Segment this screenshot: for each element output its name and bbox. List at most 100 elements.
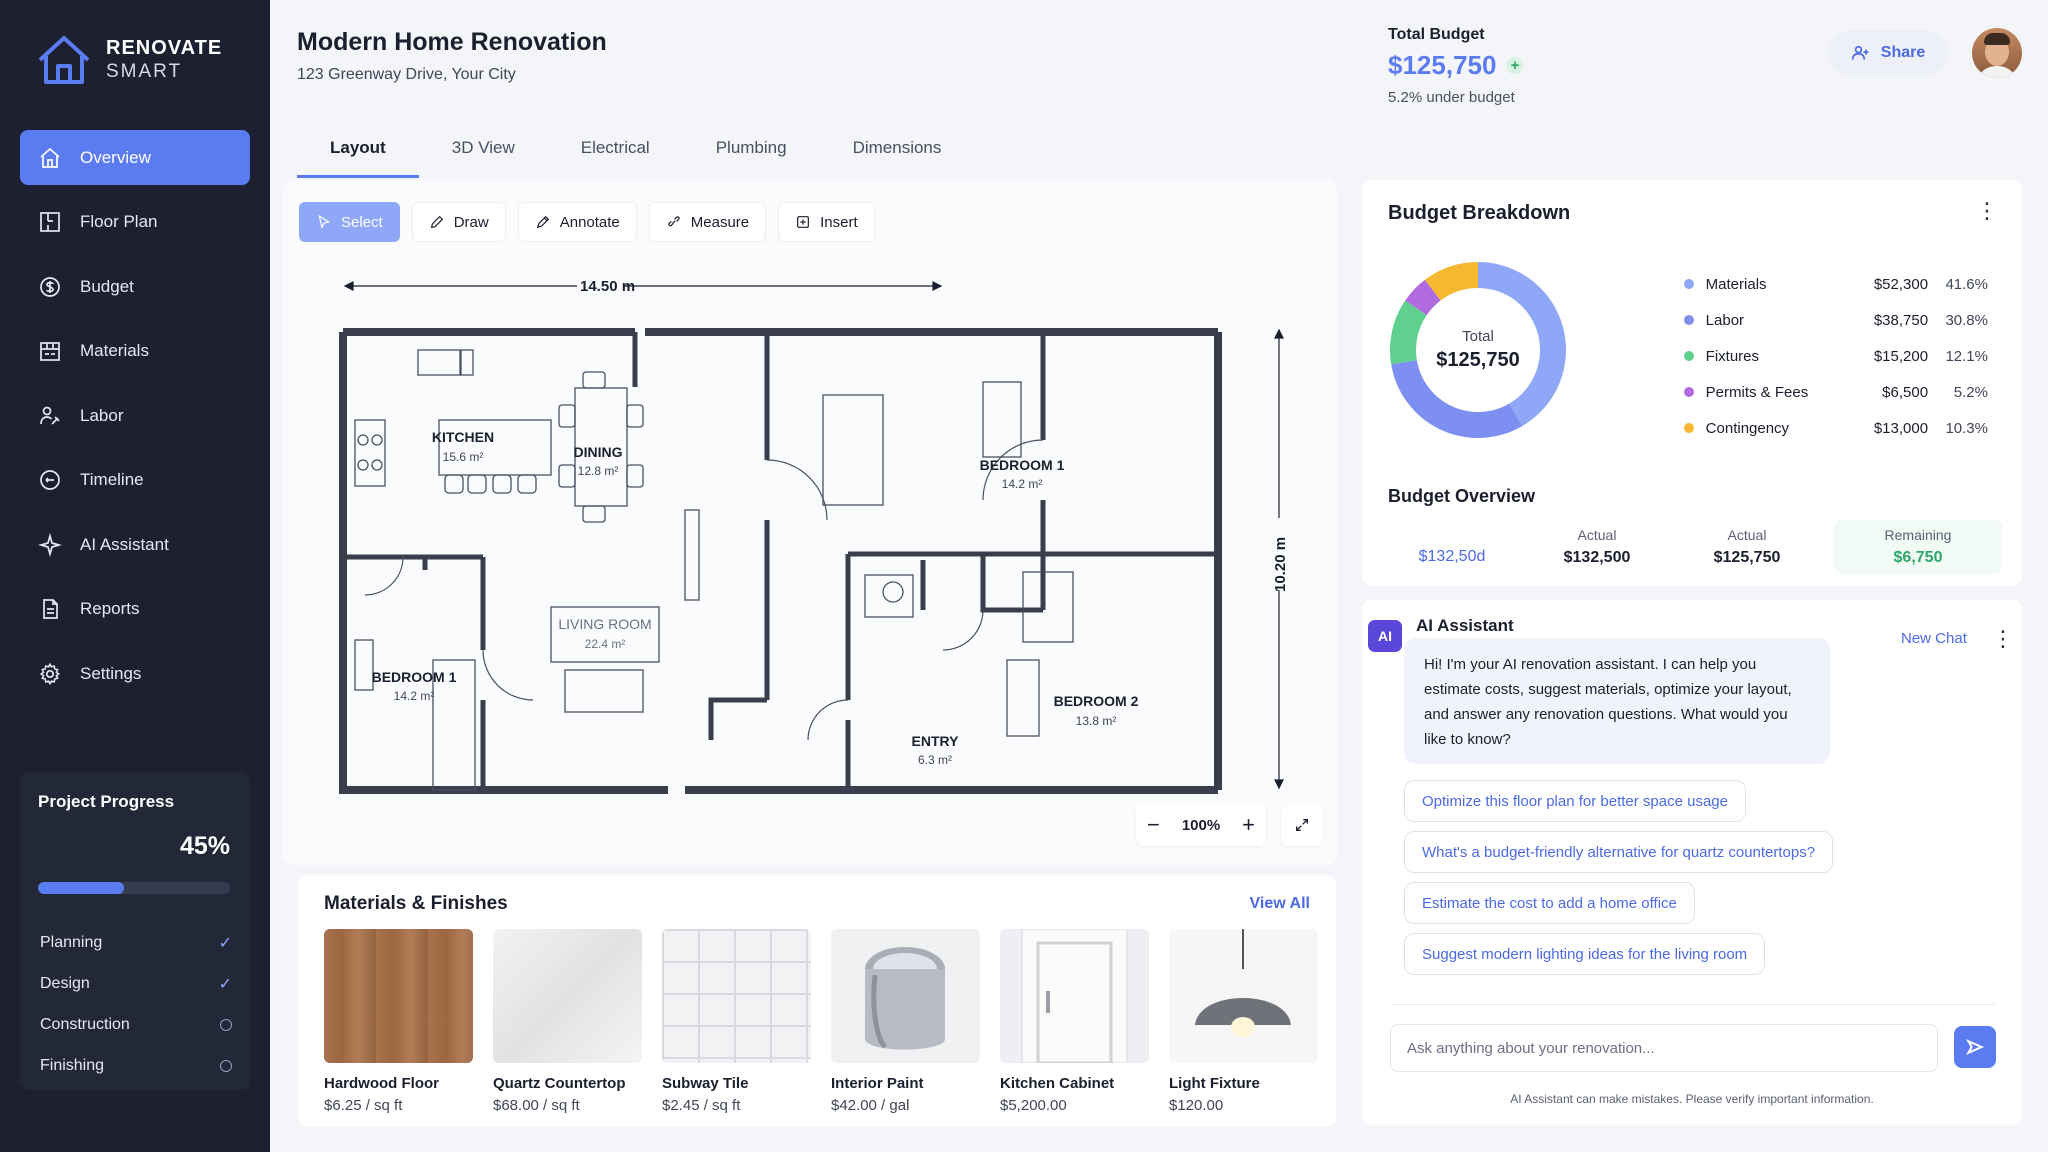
- project-address: 123 Greenway Drive, Your City: [297, 66, 516, 83]
- quartz-countertop-image: [493, 929, 642, 1063]
- budget-breakdown-title: Budget Breakdown: [1388, 202, 1571, 224]
- sidebar-item-label: Floor Plan: [80, 212, 158, 231]
- overview-budget-value: $132,50d: [1418, 548, 1486, 565]
- home-icon: [40, 147, 60, 168]
- overview-value: $125,750: [1713, 549, 1781, 566]
- suggestion-chip[interactable]: Estimate the cost to add a home office: [1404, 882, 1695, 924]
- sidebar-item-reports[interactable]: Reports: [20, 582, 250, 637]
- legend-row: Labor $38,750 30.8%: [1684, 302, 1988, 338]
- suggestion-chip[interactable]: Suggest modern lighting ideas for the li…: [1404, 933, 1766, 975]
- legend-row: Permits & Fees $6,500 5.2%: [1684, 374, 1988, 410]
- sidebar-item-label: Timeline: [80, 470, 144, 489]
- sidebar-item-ai-assistant[interactable]: AI Assistant: [20, 517, 250, 572]
- phase-list: Planning ✓ Design ✓ Construction Finishing: [40, 922, 232, 1086]
- page-title: Modern Home Renovation: [297, 28, 607, 56]
- sidebar-item-overview[interactable]: Overview: [20, 130, 250, 185]
- sidebar-item-materials[interactable]: Materials: [20, 324, 250, 379]
- tab-dimensions[interactable]: Dimensions: [820, 128, 975, 178]
- project-progress-card: Project Progress 45% Planning ✓ Design ✓ Con…: [20, 772, 250, 1090]
- phase-item: Design ✓: [40, 963, 232, 1004]
- phase-item: Planning ✓: [40, 922, 232, 963]
- floor-plan-drawing[interactable]: 14.50 m 10.20 m KITCHEN 15.6 m² DINING 1…: [283, 180, 1337, 820]
- ai-avatar-badge: AI: [1368, 620, 1402, 652]
- sidebar-item-label: AI Assistant: [80, 534, 169, 554]
- material-name: Kitchen Cabinet: [1000, 1075, 1115, 1092]
- timeline-icon: [40, 470, 60, 490]
- chat-input[interactable]: Ask anything about your renovation...: [1390, 1024, 1938, 1072]
- hardwood-floor-image: [324, 929, 473, 1063]
- legend-row: Materials $52,300 41.6%: [1684, 266, 1988, 302]
- material-item[interactable]: Subway Tile $2.45 / sq ft: [662, 929, 811, 1114]
- sidebar-item-budget[interactable]: Budget: [20, 259, 250, 314]
- phase-label: Planning: [40, 933, 103, 951]
- legend-name: Contingency: [1705, 419, 1790, 437]
- brand-logo[interactable]: RENOVATE SMART: [36, 34, 222, 86]
- legend-name: Permits & Fees: [1705, 383, 1809, 401]
- legend-percent: 10.3%: [1945, 419, 1988, 437]
- share-label: Share: [1880, 44, 1926, 61]
- material-name: Interior Paint: [831, 1075, 924, 1092]
- material-item[interactable]: Quartz Countertop $68.00 / sq ft: [493, 929, 642, 1114]
- check-icon: ✓: [218, 934, 232, 952]
- sidebar-item-floor-plan[interactable]: Floor Plan: [20, 195, 250, 250]
- budget-legend: Materials $52,300 41.6% Labor $38,750 30.8% Fi…: [1684, 266, 1988, 446]
- tab-layout[interactable]: Layout: [297, 128, 419, 178]
- sidebar-item-label: Overview: [80, 147, 151, 167]
- share-button[interactable]: Share: [1828, 30, 1948, 76]
- material-item[interactable]: Hardwood Floor $6.25 / sq ft: [324, 929, 473, 1114]
- material-item[interactable]: Light Fixture $120.00: [1169, 929, 1318, 1114]
- room-area-bedroom-1: 14.2 m²: [394, 689, 435, 703]
- tab-plumbing[interactable]: Plumbing: [683, 128, 820, 178]
- donut-total-label: Total: [1462, 328, 1494, 345]
- kitchen-sink: [417, 349, 461, 376]
- new-chat-button[interactable]: New Chat: [1901, 630, 1967, 647]
- overview-value: $132,500: [1563, 549, 1631, 566]
- paint-can-image: [831, 929, 980, 1063]
- suggestion-chip[interactable]: Optimize this floor plan for better spac…: [1404, 780, 1746, 822]
- zoom-out-button[interactable]: −: [1147, 812, 1160, 838]
- sidebar-item-label: Reports: [80, 599, 140, 618]
- room-area-entry: 6.3 m²: [918, 753, 952, 767]
- suggestion-chip[interactable]: What's a budget-friendly alternative for…: [1404, 831, 1834, 873]
- overview-label: Actual: [1727, 527, 1767, 543]
- labor-icon: [40, 406, 60, 425]
- add-budget-icon[interactable]: +: [1506, 57, 1524, 74]
- sidebar-item-settings[interactable]: Settings: [20, 646, 250, 701]
- donut-center: Total $125,750: [1390, 262, 1566, 438]
- legend-amount: $6,500: [1882, 383, 1929, 401]
- zoom-in-button[interactable]: +: [1242, 812, 1255, 838]
- overview-actual-cell-2: Actual $125,750: [1672, 520, 1822, 574]
- material-name: Hardwood Floor: [324, 1075, 439, 1092]
- budget-status: 5.2% under budget: [1388, 89, 1515, 106]
- brand-name-line2: SMART: [106, 61, 183, 82]
- legend-color-dot: [1684, 279, 1694, 289]
- pending-circle-icon: [220, 1018, 232, 1031]
- sidebar-item-label: Materials: [80, 341, 149, 360]
- send-button[interactable]: [1954, 1026, 1996, 1068]
- share-users-icon: [1851, 45, 1869, 60]
- tab-3d-view[interactable]: 3D View: [419, 128, 548, 178]
- material-item[interactable]: Interior Paint $42.00 / gal: [831, 929, 980, 1114]
- view-all-link[interactable]: View All: [1250, 895, 1310, 913]
- legend-color-dot: [1684, 387, 1694, 397]
- legend-name: Materials: [1705, 275, 1767, 293]
- ai-more-options-icon[interactable]: ⋮: [1992, 626, 2014, 652]
- subway-tile-image: [662, 929, 811, 1063]
- tab-electrical[interactable]: Electrical: [548, 128, 683, 178]
- legend-color-dot: [1684, 423, 1694, 433]
- legend-percent: 30.8%: [1945, 311, 1988, 329]
- fullscreen-button[interactable]: [1281, 804, 1323, 846]
- gear-icon: [39, 662, 61, 685]
- material-price: $42.00 / gal: [831, 1097, 910, 1114]
- material-price: $5,200.00: [1000, 1097, 1067, 1114]
- bedroom1-closet: [354, 639, 374, 691]
- material-item[interactable]: Kitchen Cabinet $5,200.00: [1000, 929, 1149, 1114]
- floor-plan-icon: [40, 212, 60, 232]
- entry-cabinet: [684, 509, 700, 601]
- sidebar-item-labor[interactable]: Labor: [20, 388, 250, 443]
- user-avatar[interactable]: [1972, 28, 2022, 78]
- legend-percent: 41.6%: [1945, 275, 1988, 293]
- materials-title: Materials & Finishes: [324, 893, 508, 914]
- sidebar-item-timeline[interactable]: Timeline: [20, 453, 250, 508]
- more-options-icon[interactable]: ⋮: [1976, 198, 1998, 224]
